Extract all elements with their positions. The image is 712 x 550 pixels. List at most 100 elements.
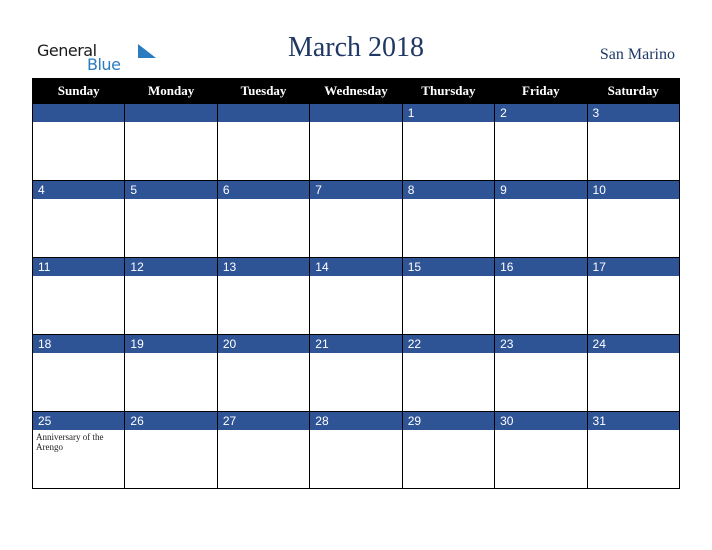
day-event [310, 276, 401, 334]
day-cell[interactable]: 6 [216, 180, 311, 258]
day-cell[interactable]: 22 [401, 334, 496, 412]
weekday-header-sunday: Sunday [31, 78, 126, 104]
day-cell[interactable]: 1 [401, 103, 496, 181]
day-cell[interactable] [124, 103, 218, 181]
week-row: 4 5 6 7 8 9 10 [31, 180, 681, 258]
day-number: 22 [402, 335, 495, 353]
day-cell[interactable]: 5 [124, 180, 218, 258]
day-cell[interactable] [216, 103, 311, 181]
day-cell[interactable]: 25 Anniversary of the Arengo [31, 411, 126, 489]
day-number: 19 [125, 335, 217, 353]
day-number: 31 [587, 412, 679, 430]
day-number: 8 [402, 181, 495, 199]
day-cell[interactable]: 19 [124, 334, 218, 412]
day-event [588, 353, 679, 411]
day-cell[interactable]: 10 [586, 180, 681, 258]
day-event [310, 122, 401, 180]
week-row: 18 19 20 21 22 23 24 [31, 334, 681, 412]
day-cell[interactable]: 28 [309, 411, 403, 489]
weekday-header-monday: Monday [124, 78, 218, 104]
day-cell[interactable]: 14 [309, 257, 403, 335]
day-cell[interactable]: 30 [494, 411, 588, 489]
day-cell[interactable]: 21 [309, 334, 403, 412]
day-cell[interactable]: 16 [494, 257, 588, 335]
day-number: 26 [125, 412, 217, 430]
day-event: Anniversary of the Arengo [36, 432, 104, 452]
day-number: 29 [402, 412, 495, 430]
day-number: 1 [402, 104, 495, 122]
calendar-grid: Sunday Monday Tuesday Wednesday Thursday Frid… [31, 78, 681, 489]
day-cell[interactable]: 17 [586, 257, 681, 335]
day-event [403, 122, 494, 180]
day-cell[interactable]: 18 [31, 334, 126, 412]
day-number: 21 [310, 335, 402, 353]
day-number: 25 [33, 412, 125, 430]
day-event [218, 430, 309, 488]
day-cell[interactable] [31, 103, 126, 181]
day-number: 7 [310, 181, 402, 199]
weekday-header-saturday: Saturday [586, 78, 681, 104]
day-event [33, 353, 124, 411]
day-event [125, 199, 216, 257]
day-number: 16 [495, 258, 587, 276]
day-event [495, 199, 586, 257]
week-row: 123 [31, 103, 681, 181]
day-event [495, 430, 586, 488]
day-event [403, 353, 494, 411]
day-number: 11 [33, 258, 125, 276]
day-event [218, 353, 309, 411]
day-event [495, 122, 586, 180]
day-cell[interactable]: 9 [494, 180, 588, 258]
weekday-header-thursday: Thursday [401, 78, 496, 104]
day-event [218, 276, 309, 334]
day-number [33, 104, 125, 122]
day-number: 12 [125, 258, 217, 276]
day-number: 17 [587, 258, 679, 276]
day-event [33, 276, 124, 334]
day-cell[interactable]: 13 [216, 257, 311, 335]
day-number [217, 104, 310, 122]
day-event [125, 122, 216, 180]
day-event [33, 199, 124, 257]
day-number [125, 104, 217, 122]
day-event [403, 430, 494, 488]
weekday-header-tuesday: Tuesday [216, 78, 311, 104]
day-number: 24 [587, 335, 679, 353]
day-number: 9 [495, 181, 587, 199]
weekday-header-row: Sunday Monday Tuesday Wednesday Thursday Frid… [31, 78, 681, 104]
day-event [125, 276, 216, 334]
day-event [588, 199, 679, 257]
day-cell[interactable] [309, 103, 403, 181]
day-cell[interactable]: 29 [401, 411, 496, 489]
day-number: 30 [495, 412, 587, 430]
day-event [310, 430, 401, 488]
day-number: 15 [402, 258, 495, 276]
weekday-header-friday: Friday [494, 78, 588, 104]
day-cell[interactable]: 4 [31, 180, 126, 258]
day-number: 20 [217, 335, 310, 353]
day-number: 28 [310, 412, 402, 430]
day-cell[interactable]: 3 [586, 103, 681, 181]
day-cell[interactable]: 24 [586, 334, 681, 412]
day-number: 3 [587, 104, 679, 122]
day-cell[interactable]: 8 [401, 180, 496, 258]
day-cell[interactable]: 11 [31, 257, 126, 335]
day-event [33, 122, 124, 180]
day-cell[interactable]: 26 [124, 411, 218, 489]
day-event [588, 276, 679, 334]
day-cell[interactable]: 31 [586, 411, 681, 489]
day-event [125, 430, 216, 488]
day-cell[interactable]: 15 [401, 257, 496, 335]
day-event [403, 276, 494, 334]
day-event [310, 199, 401, 257]
day-cell[interactable]: 7 [309, 180, 403, 258]
day-cell[interactable]: 20 [216, 334, 311, 412]
day-cell[interactable]: 2 [494, 103, 588, 181]
day-cell[interactable]: 27 [216, 411, 311, 489]
day-number: 2 [495, 104, 587, 122]
country-label: San Marino [599, 46, 675, 63]
day-number: 10 [587, 181, 679, 199]
day-cell[interactable]: 12 [124, 257, 218, 335]
day-cell[interactable]: 23 [494, 334, 588, 412]
day-number: 27 [217, 412, 310, 430]
